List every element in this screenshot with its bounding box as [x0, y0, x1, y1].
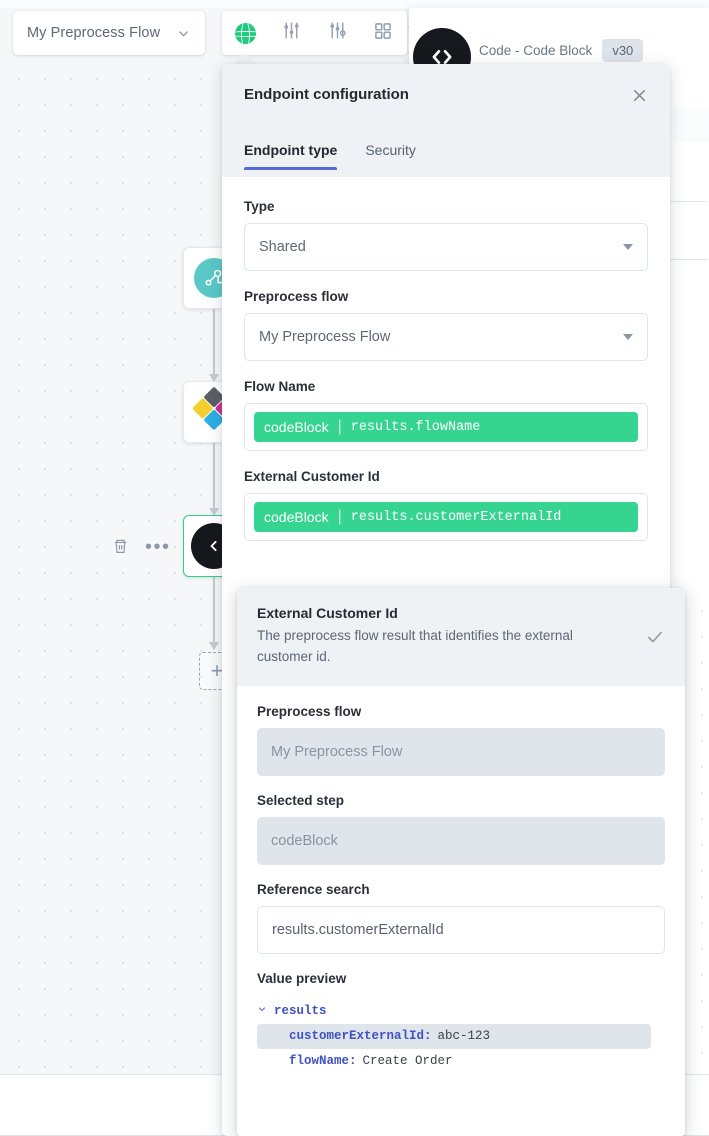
chip-step: codeBlock [264, 509, 329, 525]
value-preview-tree: results customerExternalId: abc-123 flow… [257, 995, 665, 1074]
preprocess-flow-select[interactable]: My Preprocess Flow [244, 313, 648, 361]
field-label: Preprocess flow [257, 704, 665, 719]
flow-settings-button[interactable] [268, 11, 314, 55]
tab-endpoint-type[interactable]: Endpoint type [244, 142, 337, 170]
field-preprocess-flow: Preprocess flow My Preprocess Flow [244, 289, 648, 361]
endpoint-configuration-button[interactable] [222, 11, 268, 55]
picker-body: Preprocess flow My Preprocess Flow Selec… [237, 686, 685, 1074]
field-label: Reference search [257, 882, 665, 897]
flow-name-reference-input[interactable]: codeBlock | results.flowName [244, 403, 648, 451]
globe-icon [235, 23, 256, 44]
field-external-customer-id: External Customer Id codeBlock | results… [244, 469, 648, 541]
tree-root-node[interactable]: results [257, 999, 665, 1024]
picker-field-value-preview: Value preview results customerExternalId… [257, 971, 665, 1074]
version-badge: v30 [602, 39, 643, 62]
flow-connector-arrow [213, 577, 215, 649]
chip-path: results.flowName [351, 420, 481, 435]
chip-path: results.customerExternalId [351, 510, 562, 525]
picker-selected-step-value: codeBlock [257, 817, 665, 865]
field-label: Flow Name [244, 379, 648, 394]
picker-header: External Customer Id The preprocess flow… [237, 588, 685, 686]
field-label: Selected step [257, 793, 665, 808]
breadcrumb: Code - Code Block v30 [479, 39, 643, 62]
reference-chip[interactable]: codeBlock | results.customerExternalId [254, 502, 638, 532]
chevron-down-icon [176, 26, 191, 41]
picker-preprocess-flow-value: My Preprocess Flow [257, 728, 665, 776]
field-type: Type Shared [244, 199, 648, 271]
modal-pointer-arrow [234, 53, 256, 64]
type-select-value: Shared [259, 239, 623, 255]
flow-variables-button[interactable] [314, 11, 360, 55]
tab-security[interactable]: Security [365, 142, 416, 170]
field-label: Preprocess flow [244, 289, 648, 304]
type-select[interactable]: Shared [244, 223, 648, 271]
chevron-down-icon[interactable] [257, 1004, 267, 1018]
field-label: Type [244, 199, 648, 214]
tree-leaf[interactable]: flowName: Create Order [257, 1049, 651, 1074]
modal-body: Type Shared Preprocess flow My Preproces… [222, 177, 670, 541]
field-flow-name: Flow Name codeBlock | results.flowName [244, 379, 648, 451]
tree-leaf-key: flowName: [289, 1054, 357, 1068]
chevron-down-icon [623, 244, 633, 250]
tree-leaf-value: Create Order [363, 1054, 453, 1068]
flow-selector[interactable]: My Preprocess Flow [13, 11, 205, 55]
external-customer-id-reference-input[interactable]: codeBlock | results.customerExternalId [244, 493, 648, 541]
trash-icon[interactable] [112, 537, 129, 560]
blocks-library-button[interactable] [360, 11, 406, 55]
picker-description: The preprocess flow result that identifi… [257, 626, 627, 668]
field-label: Value preview [257, 971, 665, 986]
reference-picker-popup: External Customer Id The preprocess flow… [237, 588, 685, 1136]
close-icon[interactable] [626, 82, 652, 108]
preprocess-flow-value: My Preprocess Flow [259, 329, 623, 345]
chip-separator: | [338, 508, 342, 526]
picker-field-selected-step: Selected step codeBlock [257, 793, 665, 865]
sliders-alt-icon [327, 20, 348, 46]
breadcrumb-label: Code - Code Block [479, 43, 592, 58]
grid-icon [373, 21, 393, 46]
modal-tabs: Endpoint type Security [244, 142, 416, 170]
canvas-toolbar [222, 11, 407, 55]
sliders-icon [281, 20, 302, 46]
ellipsis-icon[interactable]: ••• [145, 538, 171, 556]
tree-leaf-value: abc-123 [438, 1029, 491, 1043]
chevron-down-icon [623, 334, 633, 340]
flow-connector-arrow [213, 309, 215, 381]
check-icon[interactable] [645, 627, 665, 652]
flow-connector-arrow [213, 443, 215, 515]
picker-field-reference-search: Reference search results.customerExterna… [257, 882, 665, 954]
chip-step: codeBlock [264, 419, 329, 435]
modal-title: Endpoint configuration [244, 86, 648, 103]
tree-root-key: results [274, 1004, 327, 1018]
flow-selector-label: My Preprocess Flow [27, 25, 176, 41]
picker-field-preprocess-flow: Preprocess flow My Preprocess Flow [257, 704, 665, 776]
canvas-top-strip [0, 0, 709, 8]
reference-chip[interactable]: codeBlock | results.flowName [254, 412, 638, 442]
tree-leaf-key: customerExternalId: [289, 1029, 432, 1043]
field-label: External Customer Id [244, 469, 648, 484]
modal-header: Endpoint configuration Endpoint type Sec… [222, 64, 670, 177]
reference-search-input[interactable]: results.customerExternalId [257, 906, 665, 954]
picker-title: External Customer Id [257, 605, 627, 621]
tree-leaf[interactable]: customerExternalId: abc-123 [257, 1024, 651, 1049]
chip-separator: | [338, 418, 342, 436]
